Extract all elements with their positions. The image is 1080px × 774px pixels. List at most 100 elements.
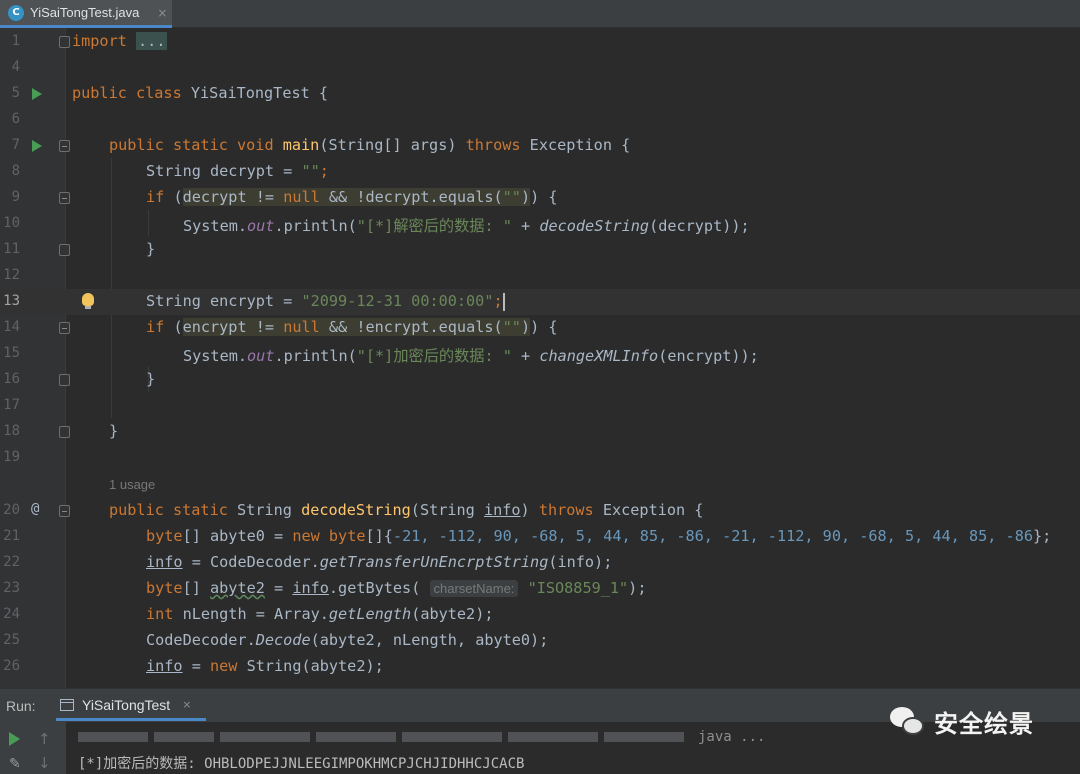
call-args: (abyte2); xyxy=(411,605,494,623)
watermark: 安全绘景 xyxy=(888,704,1034,739)
usage-hint[interactable]: 1 usage xyxy=(109,477,155,492)
text-caret xyxy=(502,292,505,311)
condition: decrypt != xyxy=(182,188,284,206)
brace: ) { xyxy=(530,318,558,336)
paren: ( xyxy=(164,188,183,206)
int-keyword: int xyxy=(146,605,174,623)
rerun-icon[interactable] xyxy=(9,732,20,746)
down-arrow-icon[interactable]: ↓ xyxy=(38,754,51,772)
brace: } xyxy=(146,370,156,388)
method-params: (String[] args) xyxy=(319,136,457,154)
redacted-text xyxy=(154,732,214,742)
call-args: (abyte2, nLength, abyte0); xyxy=(310,631,549,649)
out-field: out xyxy=(247,347,275,365)
fold-icon[interactable] xyxy=(59,505,70,517)
fold-icon[interactable] xyxy=(59,140,70,152)
line-number: 15 xyxy=(3,345,20,361)
condition: encrypt != xyxy=(182,318,284,336)
string-ctor: String(abyte2); xyxy=(237,657,384,675)
line-number: 6 xyxy=(11,111,20,127)
string-literal: "" xyxy=(301,162,320,180)
if-keyword: if xyxy=(146,188,165,206)
fold-icon[interactable] xyxy=(59,244,70,256)
line-number: 18 xyxy=(3,423,20,439)
line-number: 7 xyxy=(11,137,20,153)
info-var: info xyxy=(146,657,183,675)
method-modifiers: public static void xyxy=(109,136,274,154)
decode-call: decodeString xyxy=(539,217,650,235)
redacted-text xyxy=(220,732,310,742)
line-number: 21 xyxy=(3,528,20,544)
line-number: 11 xyxy=(3,241,20,257)
code-line: 6 xyxy=(0,107,1080,133)
line-number: 4 xyxy=(11,59,20,75)
line-number: 17 xyxy=(3,397,20,413)
throws-keyword: throws xyxy=(465,136,521,154)
fold-icon[interactable] xyxy=(59,322,70,334)
run-tab-yisaitongtest[interactable]: YiSaiTongTest × xyxy=(56,691,206,721)
tab-yisaitongtest-java[interactable]: C YiSaiTongTest.java × xyxy=(0,0,172,28)
code-line: 16 } xyxy=(0,367,1080,393)
decode-call: Decode xyxy=(255,631,311,649)
if-keyword: if xyxy=(146,318,165,336)
code-line: 7 public static void main(String[] args)… xyxy=(0,133,1080,159)
close-icon[interactable]: × xyxy=(182,698,191,711)
code-line: 9 if (decrypt != null && !decrypt.equals… xyxy=(0,185,1080,211)
folded-imports[interactable]: ... xyxy=(136,32,168,50)
codedecoder-class: CodeDecoder. xyxy=(210,553,320,571)
line-number: 10 xyxy=(3,215,20,231)
throws-keyword: throws xyxy=(538,501,594,519)
line-number: 5 xyxy=(11,85,20,101)
out-field: out xyxy=(247,217,275,235)
console-output: [*]加密后的数据: OHBLODPEJJNLEEGIMPOKHMCPJCHJI… xyxy=(78,756,525,772)
code-line: 23 byte[] abyte2 = info.getBytes( charse… xyxy=(0,576,1080,602)
code-line: 20 @ public static String decodeString(S… xyxy=(0,498,1080,524)
line-number: 12 xyxy=(3,267,20,283)
line-number: 24 xyxy=(3,606,20,622)
string-literal: "" xyxy=(502,188,521,206)
redacted-text xyxy=(316,732,396,742)
code-line: 19 xyxy=(0,445,1080,471)
fold-icon[interactable] xyxy=(59,426,70,438)
call-args: (encrypt)); xyxy=(658,347,759,365)
string-literal: "ISO8859_1" xyxy=(527,579,629,597)
code-line: 22 info = CodeDecoder.getTransferUnEncrp… xyxy=(0,550,1080,576)
code-line: 26 info = new String(abyte2); xyxy=(0,654,1080,680)
line-number: 20 xyxy=(3,502,20,518)
paren: ) xyxy=(520,318,531,336)
string-literal: "" xyxy=(502,318,521,336)
println-call: .println( xyxy=(274,347,357,365)
run-class-icon[interactable] xyxy=(32,88,42,100)
fold-icon[interactable] xyxy=(59,36,70,48)
line-number: 8 xyxy=(11,163,20,179)
line-number: 23 xyxy=(3,580,20,596)
operator: + xyxy=(511,347,540,365)
array-close: }; xyxy=(1032,527,1052,545)
wrench-icon[interactable]: ✎ xyxy=(9,756,21,772)
close-icon[interactable]: × xyxy=(157,6,167,20)
tab-label: YiSaiTongTest.java xyxy=(30,5,140,20)
line-number: 14 xyxy=(3,319,20,335)
fold-icon[interactable] xyxy=(59,374,70,386)
exception-type: Exception { xyxy=(602,501,704,519)
brace: ) { xyxy=(530,188,558,206)
class-modifiers: public class xyxy=(72,84,182,102)
redacted-text xyxy=(402,732,502,742)
up-arrow-icon[interactable]: ↑ xyxy=(38,730,51,748)
string-literal: "[*]解密后的数据: " xyxy=(356,217,512,235)
annotation-icon[interactable]: @ xyxy=(31,501,39,517)
condition: && !decrypt.equals( xyxy=(319,188,503,206)
lightbulb-icon[interactable] xyxy=(82,293,94,309)
abyte0-decl: [] abyte0 = xyxy=(182,527,293,545)
run-method-icon[interactable] xyxy=(32,140,42,152)
byte-keyword: byte xyxy=(146,527,183,545)
code-line: 21 byte[] abyte0 = new byte[]{-21, -112,… xyxy=(0,524,1080,550)
method-params: ) xyxy=(520,501,539,519)
abyte2-var: abyte2 xyxy=(210,579,265,597)
line-number: 13 xyxy=(3,293,20,309)
code-line: 15 System.out.println("[*]加密后的数据: " + ch… xyxy=(0,341,1080,367)
fold-icon[interactable] xyxy=(59,192,70,204)
println-call: .println( xyxy=(274,217,357,235)
code-editor[interactable]: 1 import ... 4 5 public class YiSaiTongT… xyxy=(0,28,1080,688)
class-name: YiSaiTongTest { xyxy=(190,84,329,102)
